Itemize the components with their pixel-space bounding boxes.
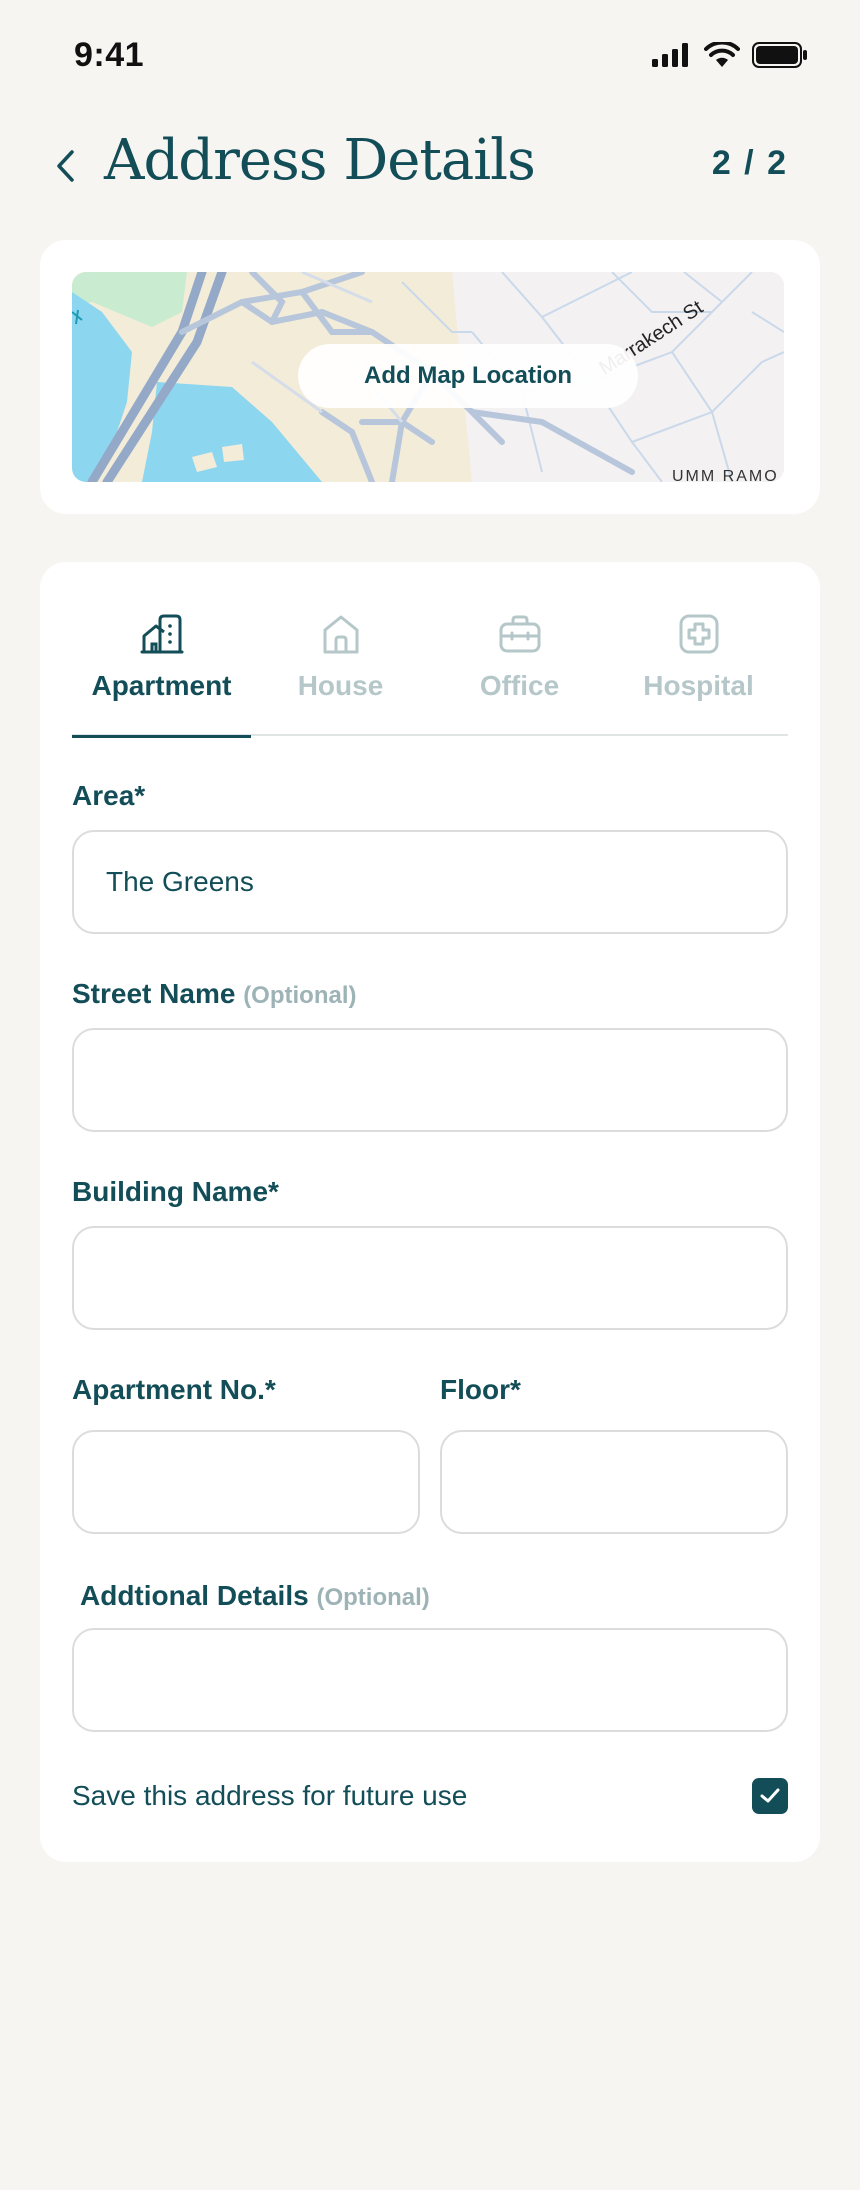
tab-house[interactable]: House: [251, 594, 430, 736]
chevron-left-icon: [57, 150, 74, 182]
area-input[interactable]: [74, 832, 786, 932]
map-card: Marrakech St UMM RAMO Add Map Location: [40, 240, 820, 514]
battery-icon: [752, 42, 807, 68]
tab-office[interactable]: Office: [430, 594, 609, 736]
street-name-field[interactable]: [72, 1028, 788, 1132]
page-title: Address Details: [104, 128, 536, 193]
checkmark-icon: [760, 1788, 780, 1803]
building-name-input[interactable]: [74, 1228, 786, 1328]
optional-tag: (Optional): [316, 1584, 430, 1611]
apartment-no-label: Apartment No.*: [72, 1374, 276, 1405]
optional-tag: (Optional): [243, 982, 357, 1009]
back-button[interactable]: [48, 144, 82, 188]
floor-input[interactable]: [442, 1432, 786, 1532]
tab-label: Hospital: [643, 670, 754, 701]
building-name-label: Building Name*: [72, 1176, 279, 1207]
address-type-tabs: Apartment House Office Hospital: [72, 594, 788, 738]
street-name-label: Street Name (Optional): [72, 978, 357, 1009]
status-bar: 9:41: [0, 0, 860, 110]
building-name-field[interactable]: [72, 1226, 788, 1330]
area-field[interactable]: [72, 830, 788, 934]
apartment-no-field[interactable]: [72, 1430, 420, 1534]
tab-label: Office: [479, 670, 560, 701]
apartment-no-input[interactable]: [74, 1432, 418, 1532]
additional-details-label: Addtional Details (Optional): [80, 1580, 430, 1611]
wifi-icon: [704, 42, 740, 67]
area-label: Area*: [72, 780, 146, 811]
map-preview[interactable]: Marrakech St UMM RAMO Add Map Location: [72, 272, 784, 482]
tab-hospital[interactable]: Hospital: [609, 594, 788, 736]
hospital-cross-icon: [677, 612, 721, 656]
add-map-location-button[interactable]: Add Map Location: [298, 344, 638, 408]
additional-details-field[interactable]: [72, 1628, 788, 1732]
address-form-card: Apartment House Office Hospital Area* Th…: [40, 562, 820, 1862]
cellular-signal-icon: [652, 43, 688, 67]
tab-apartment[interactable]: Apartment: [72, 594, 251, 738]
tab-label: House: [297, 670, 384, 701]
apartment-building-icon: [140, 612, 184, 656]
floor-label: Floor*: [440, 1374, 521, 1405]
additional-details-input[interactable]: [74, 1630, 786, 1730]
tab-label: Apartment: [91, 670, 232, 701]
house-icon: [319, 612, 363, 656]
save-address-row[interactable]: Save this address for future use: [72, 1778, 788, 1814]
status-icons: [652, 42, 808, 68]
street-name-input[interactable]: [74, 1030, 786, 1130]
step-indicator: 2 / 2: [711, 144, 788, 182]
save-address-checkbox[interactable]: [752, 1778, 788, 1814]
header: Address Details 2 / 2: [0, 120, 860, 210]
save-address-label: Save this address for future use: [72, 1780, 468, 1811]
floor-field[interactable]: [440, 1430, 788, 1534]
briefcase-icon: [498, 612, 542, 656]
status-time: 9:41: [74, 36, 145, 74]
map-area-label: UMM RAMO: [672, 468, 779, 482]
